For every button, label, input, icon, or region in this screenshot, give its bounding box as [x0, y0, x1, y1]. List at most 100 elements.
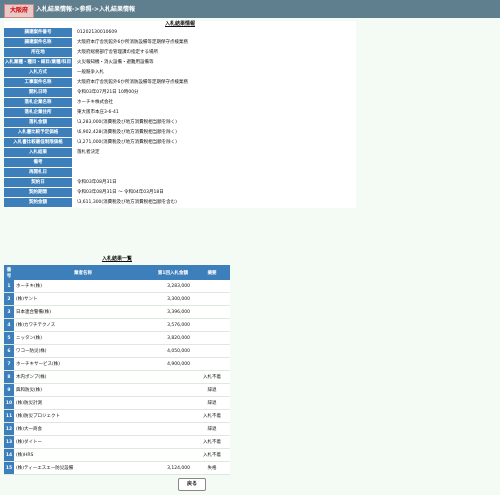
detail-label: 入札書比較予定価格 [4, 128, 72, 137]
table-row: 1 ホーチキ(株) 3,283,000 [4, 280, 230, 293]
detail-row: 落札企業名称 ホーチキ株式会社 [4, 98, 356, 107]
detail-label: 調達案件番号 [4, 28, 72, 37]
bidder-name: 木内ポンプ(株) [14, 370, 152, 384]
table-row: 10 (株)防災計測 辞退 [4, 396, 230, 410]
bid-amount [152, 383, 194, 397]
detail-label: 調達案件名称 [4, 38, 72, 47]
detail-value: 一般競争入札 [77, 70, 104, 75]
col-amount: 第1回入札金額 [152, 265, 194, 280]
back-button[interactable]: 戻る [178, 478, 206, 491]
col-note: 摘要 [194, 265, 230, 280]
bidder-name: (株)カワチテクノス [14, 318, 152, 332]
detail-value: 火災報知機・消火設備・避難用設備等 [77, 60, 154, 65]
bid-note: 辞退 [194, 422, 230, 436]
detail-value: \6,902,428(消費税及び地方消費税相当額を除く) [77, 130, 177, 135]
detail-label: 備考 [4, 158, 72, 167]
bid-note: 辞退 [194, 383, 230, 397]
bid-note [194, 305, 230, 319]
bid-amount: 3,396,000 [152, 305, 194, 319]
detail-row: 落札企業住所 東大阪市本庄3-6-41 [4, 108, 356, 117]
detail-row: 契約日 令和03年08月31日 [4, 178, 356, 187]
osaka-logo: 大阪府 [4, 4, 34, 18]
bid-amount: 3,124,000 [152, 461, 194, 475]
bidder-name: (株)防災計測 [14, 396, 152, 410]
detail-value: ホーチキ株式会社 [77, 100, 113, 105]
table-row: 13 (株)ダイトー 入札不着 [4, 435, 230, 449]
detail-value: 大阪府総務部庁舎管理課の指定する場所 [77, 50, 158, 55]
detail-value: \3,283,000(消費税及び地方消費税相当額を除く) [77, 120, 177, 125]
row-number: 7 [4, 357, 14, 371]
row-number: 14 [4, 448, 14, 462]
detail-row: 契約期間 令和03年08月31日 ～ 令和04年03月18日 [4, 188, 356, 197]
detail-label: 入札書比較最低制限価格 [4, 138, 72, 147]
detail-label: 落札金額 [4, 118, 72, 127]
bidder-name: 興和防災(株) [14, 383, 152, 397]
detail-value: 東大阪市本庄3-6-41 [77, 110, 119, 115]
detail-row: 入札書比較最低制限価格 \3,271,000(消費税及び地方消費税相当額を除く) [4, 138, 356, 147]
detail-value: 令和03年08月31日 ～ 令和04年03月18日 [77, 190, 164, 195]
bidder-name: (株)防災プロジェクト [14, 409, 152, 423]
detail-value: 令和03年07月21日 10時00分 [77, 90, 139, 95]
detail-row: 所在地 大阪府総務部庁舎管理課の指定する場所 [4, 48, 356, 57]
row-number: 12 [4, 422, 14, 436]
bid-amount: 3,576,000 [152, 318, 194, 332]
detail-label: 落札企業住所 [4, 108, 72, 117]
bid-amount [152, 422, 194, 436]
detail-label: 開札日時 [4, 88, 72, 97]
detail-value: 大阪府本庁舎別館外6か所消防設備等定期保守点検業務 [77, 80, 188, 85]
detail-label: 入札結果 [4, 148, 72, 157]
detail-row: 再開札日 [4, 168, 356, 177]
bid-note: 失格 [194, 461, 230, 475]
row-number: 15 [4, 461, 14, 475]
detail-value: \3,611,300(消費税及び地方消費税相当額を含む) [77, 200, 177, 205]
detail-row: 開札日時 令和03年07月21日 10時00分 [4, 88, 356, 97]
detail-value: 落札者決定 [77, 150, 100, 155]
detail-row: 調達案件番号 01202130010609 [4, 28, 356, 37]
detail-value: 大阪府本庁舎別館外6か所消防設備等定期保守点検業務 [77, 40, 188, 45]
detail-value: 01202130010609 [77, 30, 118, 35]
bid-amount: 4,050,000 [152, 344, 194, 358]
detail-label: 入札方式 [4, 68, 72, 77]
bid-note [194, 318, 230, 332]
table-row: 6 ワコー防災(株) 4,050,000 [4, 344, 230, 358]
bidder-name: (株)サント [14, 292, 152, 306]
table-row: 3 日本連合警備(株) 3,396,000 [4, 305, 230, 319]
bid-amount: 4,900,000 [152, 357, 194, 371]
detail-value: 令和03年08月31日 [77, 180, 117, 185]
detail-panel: 入札結果情報 調達案件番号 01202130010609 調達案件名称 大阪府本庁舎別… [4, 21, 356, 208]
table-row: 5 ニッタン(株) 3,820,000 [4, 331, 230, 345]
bidder-name: (株)ティーエスエー防災設備 [14, 461, 152, 475]
bid-note [194, 344, 230, 358]
table-row: 11 (株)防災プロジェクト 入札不着 [4, 409, 230, 423]
detail-label: 工事案件名称 [4, 78, 72, 87]
detail-row: 入札業種・種目・細目/業種/科目 火災報知機・消火設備・避難用設備等 [4, 58, 356, 67]
bid-list: 入札結果一覧 番号 業者名称 第1回入札金額 摘要 1 ホーチキ(株) 3,283,… [4, 255, 230, 475]
bid-note [194, 292, 230, 306]
row-number: 3 [4, 305, 14, 319]
detail-label: 入札業種・種目・細目/業種/科目 [4, 58, 72, 67]
bid-note: 入札不着 [194, 448, 230, 462]
row-number: 1 [4, 280, 14, 293]
bidder-name: (株)HRS [14, 448, 152, 462]
bidder-name: ホーチキ(株) [14, 280, 152, 293]
table-row: 2 (株)サント 3,300,000 [4, 292, 230, 306]
detail-value [72, 158, 356, 167]
bid-amount [152, 370, 194, 384]
table-row: 14 (株)HRS 入札不着 [4, 448, 230, 462]
detail-label: 契約期間 [4, 188, 72, 197]
bid-note [194, 357, 230, 371]
bid-note: 辞退 [194, 396, 230, 410]
row-number: 10 [4, 396, 14, 410]
bidder-name: ワコー防災(株) [14, 344, 152, 358]
table-row: 9 興和防災(株) 辞退 [4, 383, 230, 397]
bid-note [194, 331, 230, 345]
bid-amount [152, 409, 194, 423]
table-row: 8 木内ポンプ(株) 入札不着 [4, 370, 230, 384]
detail-label: 契約金額 [4, 198, 72, 207]
bid-amount: 3,300,000 [152, 292, 194, 306]
table-row: 15 (株)ティーエスエー防災設備 3,124,000 失格 [4, 461, 230, 475]
detail-row: 落札金額 \3,283,000(消費税及び地方消費税相当額を除く) [4, 118, 356, 127]
row-number: 5 [4, 331, 14, 345]
bidder-name: (株)大一商会 [14, 422, 152, 436]
bidder-name: 日本連合警備(株) [14, 305, 152, 319]
